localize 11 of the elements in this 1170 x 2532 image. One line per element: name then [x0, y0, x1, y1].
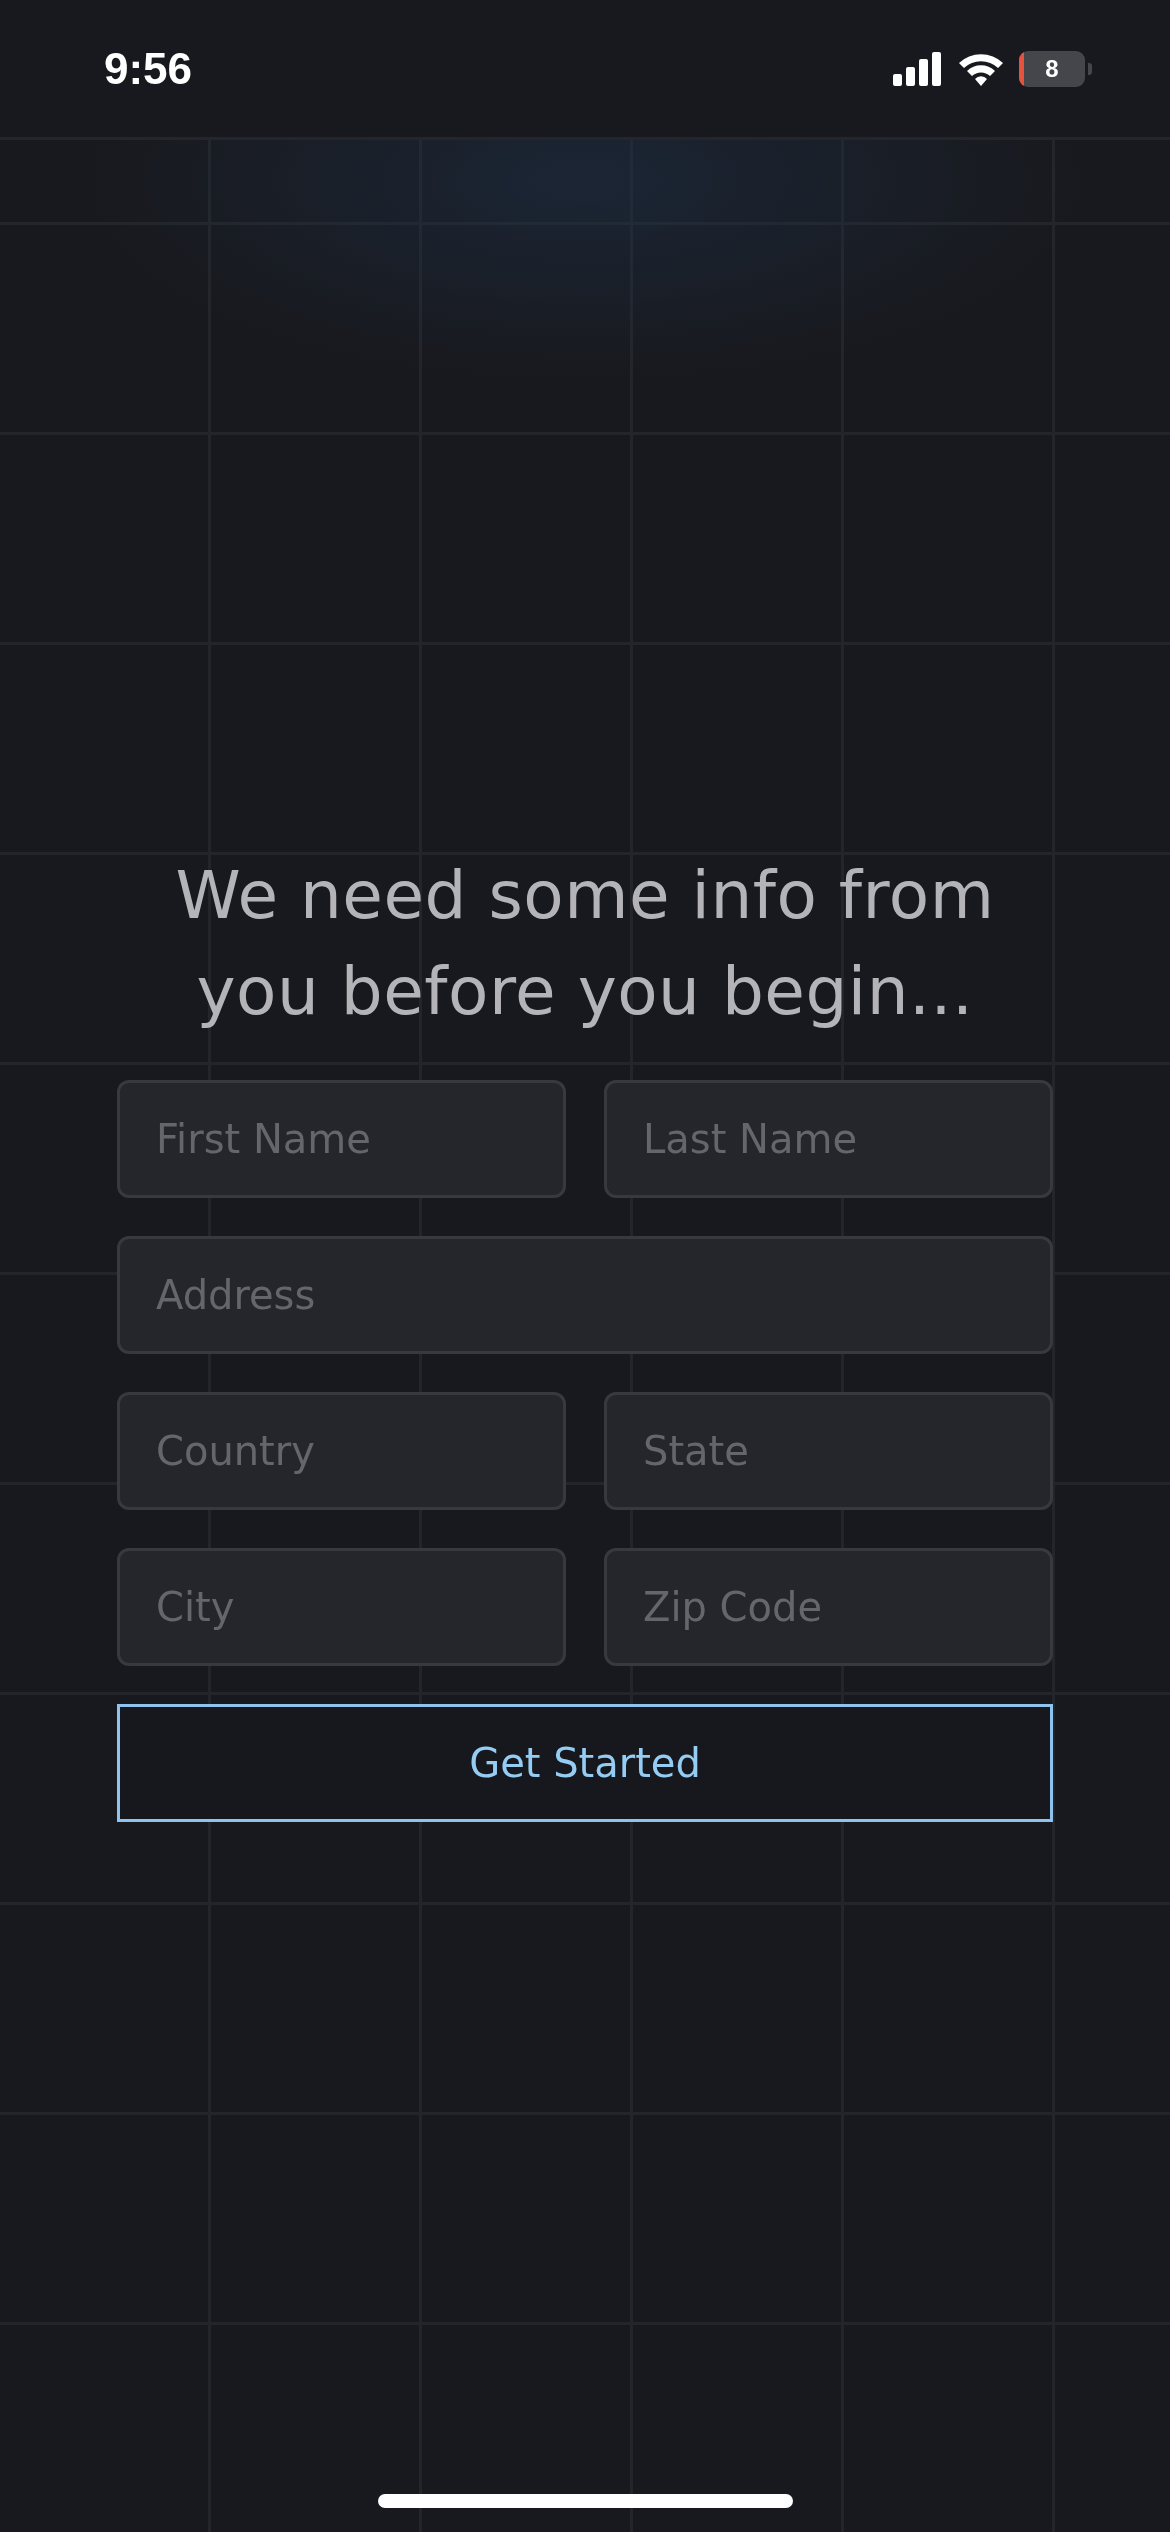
input-field[interactable]: Address: [117, 1236, 1053, 1354]
input-field[interactable]: First Name: [117, 1080, 566, 1198]
input-field[interactable]: City: [117, 1548, 566, 1666]
status-time: 9:56: [104, 43, 193, 94]
input-field[interactable]: Country: [117, 1392, 566, 1510]
signal-icon: [893, 51, 943, 86]
get-started-button[interactable]: Get Started: [117, 1704, 1053, 1822]
input-field[interactable]: Last Name: [604, 1080, 1053, 1198]
heading: We need some info from you before you begin...: [174, 856, 996, 1032]
input-field[interactable]: State: [604, 1392, 1053, 1510]
input-field[interactable]: Zip Code: [604, 1548, 1053, 1666]
